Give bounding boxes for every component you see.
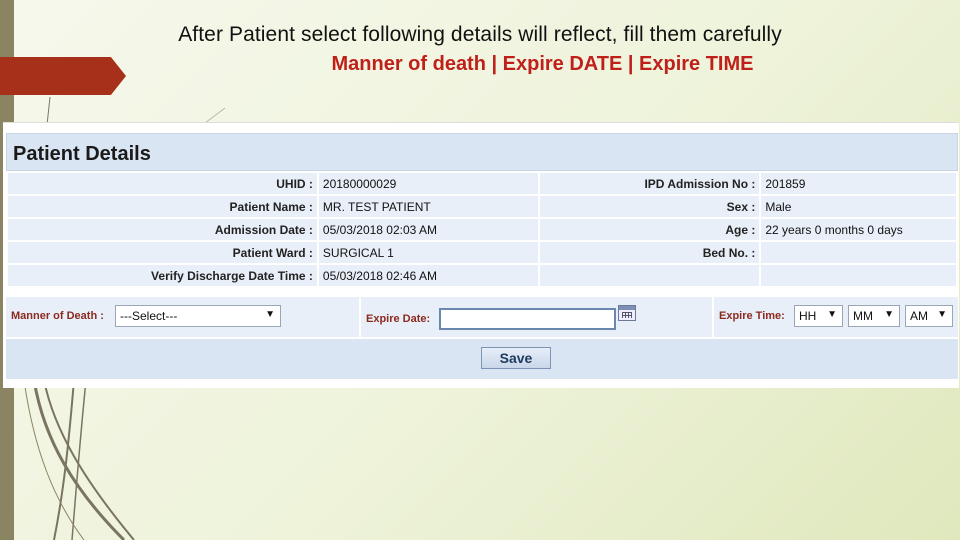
slide-title: After Patient select following details w…: [178, 23, 782, 46]
ipd-admission-value: 201859: [761, 173, 956, 194]
manner-of-death-label: Manner of Death :: [11, 310, 104, 322]
empty-value: [761, 265, 956, 286]
caret-down-icon: ▼: [827, 309, 837, 320]
uhid-label: UHID :: [8, 173, 317, 194]
manner-of-death-select[interactable]: ---Select--- ▼: [115, 305, 281, 327]
bed-no-value: [761, 242, 956, 263]
age-label: Age :: [540, 219, 760, 240]
expire-hour-select[interactable]: HH ▼: [794, 305, 843, 327]
minute-value: MM: [853, 309, 873, 323]
sex-label: Sex :: [540, 196, 760, 217]
slide-subtitle: Manner of death | Expire DATE | Expire T…: [331, 53, 754, 75]
expiry-form-row: Manner of Death : ---Select--- ▼ Expire …: [6, 297, 958, 337]
sex-value: Male: [761, 196, 956, 217]
expire-date-cell: Expire Date:: [361, 297, 712, 337]
panel-title: Patient Details: [13, 143, 151, 165]
patient-ward-label: Patient Ward :: [8, 242, 317, 263]
hour-value: HH: [799, 309, 817, 323]
manner-of-death-value: ---Select---: [120, 309, 178, 323]
caret-down-icon: ▼: [937, 309, 947, 320]
calendar-icon[interactable]: [618, 305, 636, 321]
ampm-value: AM: [910, 309, 928, 323]
admission-date-label: Admission Date :: [8, 219, 317, 240]
decorative-lines-top: [46, 96, 226, 125]
expire-date-input[interactable]: [439, 308, 616, 330]
empty-label: [540, 265, 760, 286]
decorative-lines-bottom: [23, 380, 135, 540]
patient-name-value: MR. TEST PATIENT: [318, 196, 539, 217]
age-value: 22 years 0 months 0 days: [761, 219, 956, 240]
patient-name-label: Patient Name :: [8, 196, 317, 217]
admission-date-value: 05/03/2018 02:03 AM: [318, 219, 539, 240]
table-row: UHID : 20180000029 IPD Admission No : 20…: [8, 173, 956, 194]
bed-no-label: Bed No. :: [540, 242, 760, 263]
manner-cell: Manner of Death : ---Select--- ▼: [6, 297, 359, 337]
caret-down-icon: ▼: [265, 309, 275, 320]
expire-date-label: Expire Date:: [366, 313, 431, 325]
verify-discharge-label: Verify Discharge Date Time :: [8, 265, 317, 286]
expire-minute-select[interactable]: MM ▼: [848, 305, 900, 327]
expire-time-label: Expire Time:: [719, 310, 785, 322]
table-row: Patient Ward : SURGICAL 1 Bed No. :: [8, 242, 956, 263]
ipd-admission-label: IPD Admission No :: [540, 173, 760, 194]
caret-down-icon: ▼: [884, 309, 894, 320]
table-row: Patient Name : MR. TEST PATIENT Sex : Ma…: [8, 196, 956, 217]
expire-time-cell: Expire Time: HH ▼ MM ▼ AM ▼: [714, 297, 958, 337]
verify-discharge-value: 05/03/2018 02:46 AM: [318, 265, 539, 286]
table-row: Admission Date : 05/03/2018 02:03 AM Age…: [8, 219, 956, 240]
panel-header: Patient Details: [6, 133, 958, 171]
save-button[interactable]: Save: [481, 347, 551, 369]
patient-details-table: UHID : 20180000029 IPD Admission No : 20…: [6, 171, 958, 288]
patient-ward-value: SURGICAL 1: [318, 242, 539, 263]
table-row: Verify Discharge Date Time : 05/03/2018 …: [8, 265, 956, 286]
patient-details-screen: Patient Details UHID : 20180000029 IPD A…: [3, 122, 959, 388]
expire-ampm-select[interactable]: AM ▼: [905, 305, 953, 327]
uhid-value: 20180000029: [318, 173, 539, 194]
save-row: Save: [6, 339, 958, 379]
